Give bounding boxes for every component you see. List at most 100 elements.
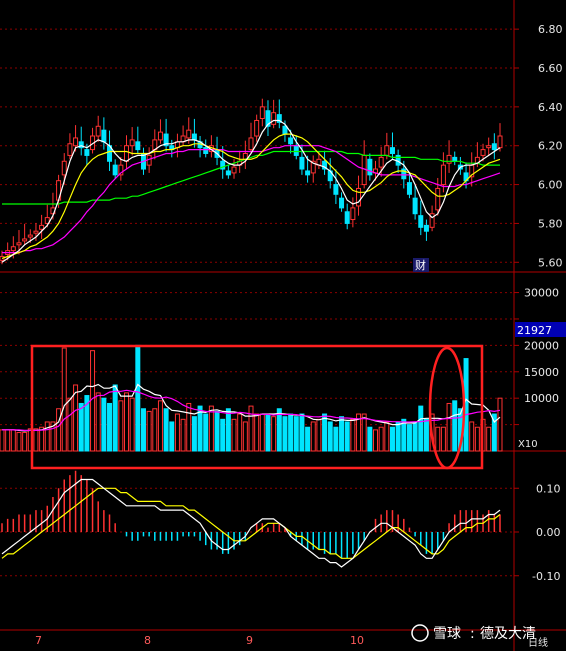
volume-bar bbox=[225, 408, 231, 452]
volume-bar bbox=[124, 392, 129, 452]
volume-bar bbox=[146, 410, 152, 452]
volume-bar bbox=[310, 421, 316, 452]
volume-bar bbox=[10, 429, 16, 452]
candle-body bbox=[39, 224, 45, 230]
volume-bar bbox=[180, 418, 186, 452]
candle-body bbox=[112, 164, 118, 176]
volume-bar bbox=[469, 421, 475, 452]
y-tick-label: 0.10 bbox=[536, 482, 561, 495]
event-marker: 财 bbox=[415, 258, 426, 272]
volume-bar bbox=[412, 421, 418, 452]
volume-bar bbox=[67, 397, 73, 452]
volume-bar bbox=[401, 418, 407, 452]
candle-body bbox=[356, 187, 362, 207]
volume-bar bbox=[282, 416, 288, 452]
candle-body bbox=[299, 156, 305, 170]
volume-bar bbox=[220, 418, 226, 452]
x-label-10: 10 bbox=[350, 634, 364, 647]
candle-body bbox=[33, 230, 39, 234]
y-tick-label: 6.80 bbox=[538, 23, 563, 36]
volume-bar bbox=[140, 408, 146, 452]
candle-body bbox=[95, 125, 101, 137]
snowball-logo-icon bbox=[411, 624, 429, 642]
candle-body bbox=[203, 147, 209, 154]
volume-bar bbox=[39, 426, 45, 452]
volume-bar bbox=[259, 413, 265, 452]
candle-body bbox=[378, 156, 384, 168]
volume-bar bbox=[118, 400, 124, 452]
candle-body bbox=[225, 170, 231, 176]
volume-bar bbox=[203, 413, 209, 452]
watermark-brand: 雪球 bbox=[433, 626, 461, 642]
macd-panel bbox=[1, 470, 501, 568]
candle-body bbox=[129, 139, 135, 147]
volume-bar bbox=[78, 402, 84, 452]
volume-bar bbox=[293, 416, 299, 452]
volume-bar bbox=[101, 397, 107, 452]
candle-body bbox=[389, 147, 395, 154]
volume-bar bbox=[339, 416, 345, 452]
volume-bar bbox=[378, 426, 384, 452]
y-tick-label: 30000 bbox=[524, 287, 559, 300]
candle-body bbox=[282, 125, 288, 135]
volume-bar bbox=[22, 432, 28, 452]
volume-bar bbox=[174, 413, 180, 452]
volume-bar bbox=[486, 426, 492, 452]
x-label-9: 9 bbox=[246, 634, 253, 647]
volume-bar bbox=[440, 426, 446, 452]
candle-body bbox=[124, 145, 129, 162]
volume-bar bbox=[373, 429, 378, 452]
volume-bar bbox=[452, 400, 458, 452]
volume-bar bbox=[265, 413, 271, 452]
candle-body bbox=[491, 143, 497, 151]
volume-bar bbox=[350, 418, 356, 452]
volume-bar bbox=[327, 421, 333, 452]
volume-bar bbox=[333, 426, 339, 452]
volume-bar bbox=[169, 421, 175, 452]
candle-body bbox=[344, 211, 350, 224]
candle-body bbox=[446, 154, 452, 164]
candle-body bbox=[135, 141, 141, 151]
volume-bar bbox=[322, 413, 328, 452]
volume-bar bbox=[299, 413, 305, 452]
candle-body bbox=[497, 135, 503, 149]
macd-dea-line bbox=[1, 487, 501, 559]
candle-body bbox=[384, 145, 390, 156]
y-tick-label: 10000 bbox=[524, 392, 559, 405]
macd-dif-line bbox=[1, 478, 501, 568]
watermark: 雪球 : 德及大清 bbox=[411, 624, 536, 642]
candle-body bbox=[231, 166, 237, 174]
volume-bar bbox=[0, 429, 5, 452]
volume-bar bbox=[152, 408, 158, 452]
y-tick-label: 6.60 bbox=[538, 62, 563, 75]
candle-body bbox=[101, 129, 107, 143]
volume-bar bbox=[186, 402, 192, 452]
watermark-author: 德及大清 bbox=[480, 626, 536, 642]
volume-bar bbox=[157, 400, 163, 452]
volume-bar bbox=[107, 402, 113, 452]
volume-bar bbox=[435, 426, 441, 452]
volume-bar bbox=[191, 416, 197, 452]
candle-body bbox=[480, 149, 486, 156]
volume-bar bbox=[44, 421, 50, 452]
candle-body bbox=[339, 197, 345, 209]
candle-body bbox=[452, 156, 458, 162]
y-tick-label: 15000 bbox=[524, 366, 559, 379]
volume-bar bbox=[406, 424, 412, 452]
volume-bar bbox=[95, 392, 101, 452]
candle-body bbox=[16, 242, 22, 246]
volume-bar bbox=[56, 408, 62, 452]
volume-bar bbox=[5, 429, 11, 452]
stock-chart: 6.80 6.60 6.40 6.20 6.00 5.80 5.60 30000 20000 15… bbox=[0, 0, 566, 651]
candle-body bbox=[288, 137, 294, 145]
candle-body bbox=[254, 119, 260, 137]
y-tick-label: 6.20 bbox=[538, 140, 563, 153]
volume-bar bbox=[237, 413, 243, 452]
volume-bar bbox=[248, 405, 254, 452]
volume-bar bbox=[288, 413, 294, 452]
volume-bar bbox=[242, 421, 248, 452]
price-panel bbox=[0, 98, 503, 265]
candle-body bbox=[350, 207, 356, 221]
grid-lines bbox=[0, 0, 566, 651]
x-label-8: 8 bbox=[144, 634, 151, 647]
